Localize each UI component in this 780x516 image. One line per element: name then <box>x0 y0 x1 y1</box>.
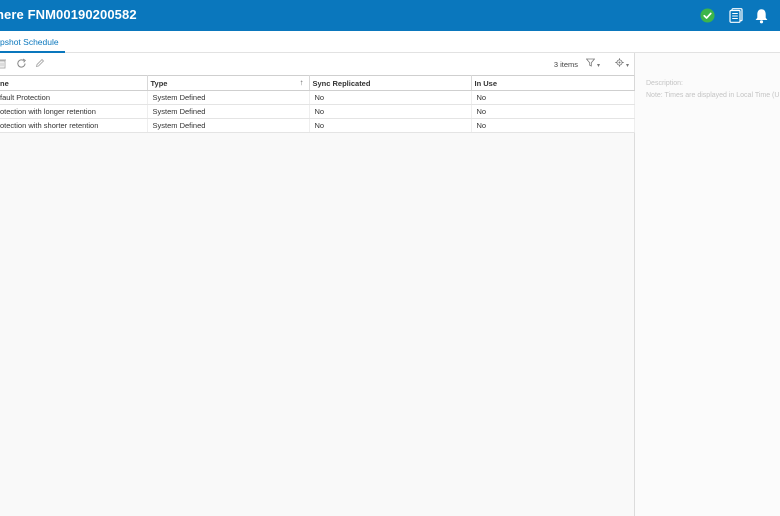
cell-type: System Defined <box>147 90 310 105</box>
snapshot-schedule-table: ne Type ↑ Sync Replicated In Use fault Pr… <box>0 75 635 133</box>
column-header-in-use[interactable]: In Use <box>471 75 635 91</box>
tab-bar: pshot Schedule <box>0 31 780 53</box>
column-header-type[interactable]: Type ↑ <box>147 75 310 91</box>
cell-name: fault Protection <box>0 90 148 105</box>
timezone-note: Note: Times are displayed in Local Time … <box>646 92 780 99</box>
items-count: 3 items <box>553 60 578 69</box>
app-header: here FNM00190200582 <box>0 0 780 31</box>
column-header-sync-replicated[interactable]: Sync Replicated <box>309 75 472 91</box>
cell-in-use: No <box>471 104 635 119</box>
cell-in-use: No <box>471 90 635 105</box>
table-row[interactable]: fault Protection System Defined No No <box>0 90 635 105</box>
cell-in-use: No <box>471 118 635 133</box>
cell-sync-replicated: No <box>309 118 472 133</box>
refresh-icon[interactable] <box>15 58 27 70</box>
bell-icon[interactable] <box>753 7 770 24</box>
cell-sync-replicated: No <box>309 90 472 105</box>
page-title: here FNM00190200582 <box>0 7 137 22</box>
description-label: Description: <box>646 80 683 87</box>
chevron-down-icon: ▾ <box>625 63 629 69</box>
cell-type: System Defined <box>147 118 310 133</box>
table-row[interactable]: otection with shorter retention System D… <box>0 118 635 133</box>
column-header-name[interactable]: ne <box>0 75 148 91</box>
check-circle-icon[interactable] <box>699 7 716 24</box>
table-header-row: ne Type ↑ Sync Replicated In Use <box>0 75 635 91</box>
filter-icon <box>585 58 596 67</box>
delete-icon[interactable] <box>0 58 8 70</box>
cell-type: System Defined <box>147 104 310 119</box>
cell-name: otection with shorter retention <box>0 118 148 133</box>
sort-ascending-icon[interactable]: ↑ <box>300 78 304 87</box>
edit-icon[interactable] <box>34 58 46 70</box>
settings-button[interactable]: ▾ <box>615 58 629 69</box>
cell-sync-replicated: No <box>309 104 472 119</box>
gear-icon <box>615 58 624 67</box>
cell-name: otection with longer retention <box>0 104 148 119</box>
tab-snapshot-schedule[interactable]: pshot Schedule <box>0 31 65 53</box>
chevron-down-icon: ▾ <box>596 63 600 69</box>
main-panel: 3 items ▾ ▾ ne Type ↑ Sync Replicated In … <box>0 53 635 516</box>
document-list-icon[interactable] <box>727 7 744 24</box>
details-panel: Description: Note: Times are displayed i… <box>635 53 780 516</box>
table-row[interactable]: otection with longer retention System De… <box>0 104 635 119</box>
table-toolbar: 3 items ▾ ▾ <box>0 53 634 75</box>
filter-button[interactable]: ▾ <box>585 58 600 69</box>
